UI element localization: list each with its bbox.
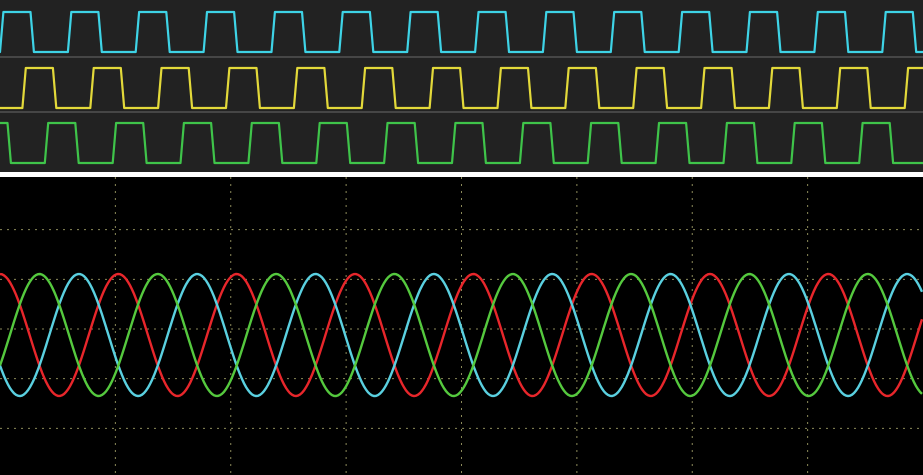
oscilloscope-display bbox=[0, 0, 923, 475]
analog-signal-panel bbox=[0, 177, 923, 475]
digital-signal-panel bbox=[0, 0, 923, 172]
